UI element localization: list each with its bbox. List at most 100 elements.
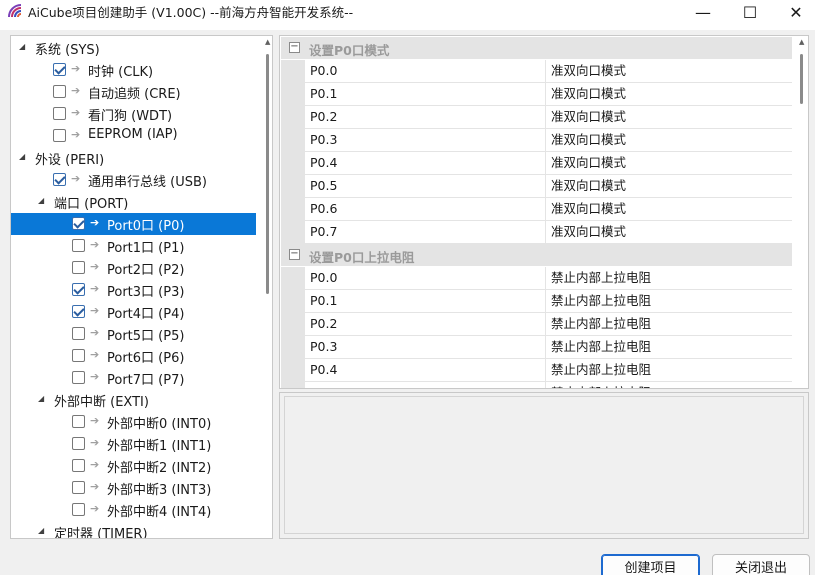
expand-toggle-icon[interactable]: ◢ (38, 394, 48, 404)
tree-item[interactable]: ➔ 外部中断1 (INT1) (11, 433, 256, 455)
tree-item[interactable]: ➔ Port0口 (P0) (11, 213, 256, 235)
grid-property-row[interactable]: P0.0 准双向口模式 (281, 60, 792, 83)
property-value[interactable]: 准双向口模式 (546, 106, 792, 129)
tree-item-checkbox[interactable] (72, 283, 85, 296)
tree-item[interactable]: ◢ 外部中断 (EXTI) (11, 389, 256, 411)
property-value[interactable]: 准双向口模式 (546, 198, 792, 221)
tree-item-checkbox[interactable] (72, 239, 85, 252)
property-grid[interactable]: − 设置P0口模式 P0.0 准双向口模式 P0.1 准双向口模式 P0.2 准双向口模式 P0… (279, 35, 809, 389)
scroll-up-icon[interactable]: ▲ (265, 38, 270, 46)
maximize-icon: ☐ (742, 2, 758, 22)
create-project-button[interactable]: 创建项目 (601, 554, 700, 575)
tree-item[interactable]: ➔ EEPROM (IAP) (11, 125, 256, 147)
tree-item-checkbox[interactable] (53, 85, 66, 98)
grid-property-row[interactable]: P0.2 准双向口模式 (281, 106, 792, 129)
property-value[interactable]: 准双向口模式 (546, 83, 792, 106)
grid-property-row[interactable]: P0.4 准双向口模式 (281, 152, 792, 175)
tree-item-checkbox[interactable] (72, 481, 85, 494)
title-bar[interactable]: AiCube项目创建助手 (V1.00C) --前海方舟智能开发系统-- — ☐… (0, 0, 815, 30)
tree-item[interactable]: ➔ Port1口 (P1) (11, 235, 256, 257)
tree-item[interactable]: ◢ 端口 (PORT) (11, 191, 256, 213)
expand-toggle-icon[interactable]: ◢ (19, 42, 29, 52)
peripheral-tree[interactable]: ◢ 系统 (SYS) ➔ 时钟 (CLK) ➔ 自动追频 (CRE) ➔ 看门狗 (WDT) ➔… (10, 35, 273, 539)
tree-item-checkbox[interactable] (72, 415, 85, 428)
tree-item-checkbox[interactable] (72, 349, 85, 362)
property-value[interactable]: 禁止内部上拉电阻 (546, 382, 792, 388)
grid-row-gutter (281, 382, 305, 388)
property-value[interactable]: 禁止内部上拉电阻 (546, 336, 792, 359)
tree-item-checkbox[interactable] (53, 129, 66, 142)
tree-item[interactable]: ➔ Port7口 (P7) (11, 367, 256, 389)
tree-item[interactable]: ➔ 时钟 (CLK) (11, 59, 256, 81)
tree-item[interactable]: ◢ 外设 (PERI) (11, 147, 256, 169)
grid-category-header[interactable]: − 设置P0口上拉电阻 (281, 244, 792, 266)
minimize-button[interactable]: — (680, 0, 726, 24)
tree-item-checkbox[interactable] (53, 107, 66, 120)
tree-item[interactable]: ➔ 外部中断0 (INT0) (11, 411, 256, 433)
tree-item-checkbox[interactable] (72, 459, 85, 472)
grid-scrollbar[interactable]: ▲ (794, 36, 808, 388)
property-value[interactable]: 禁止内部上拉电阻 (546, 290, 792, 313)
grid-property-row[interactable]: P0.7 准双向口模式 (281, 221, 792, 244)
maximize-button[interactable]: ☐ (727, 0, 773, 24)
close-window-button[interactable]: ✕ (773, 0, 815, 24)
grid-category-header[interactable]: − 设置P0口模式 (281, 37, 792, 59)
tree-item[interactable]: ➔ 外部中断4 (INT4) (11, 499, 256, 521)
scroll-up-icon[interactable]: ▲ (799, 38, 804, 46)
property-value[interactable]: 准双向口模式 (546, 221, 792, 244)
grid-property-row[interactable]: P0.5禁止内部上拉电阻 (281, 382, 792, 388)
property-value[interactable]: 禁止内部上拉电阻 (546, 267, 792, 290)
tree-item-checkbox[interactable] (72, 261, 85, 274)
tree-item[interactable]: ➔ 外部中断3 (INT3) (11, 477, 256, 499)
grid-property-row[interactable]: P0.1 禁止内部上拉电阻 (281, 290, 792, 313)
close-exit-button[interactable]: 关闭退出 (712, 554, 810, 575)
tree-item-checkbox[interactable] (53, 63, 66, 76)
tree-item-checkbox[interactable] (72, 437, 85, 450)
tree-scrollbar[interactable]: ▲ (263, 36, 272, 538)
tree-item[interactable]: ➔ 自动追频 (CRE) (11, 81, 256, 103)
tree-scroll-thumb[interactable] (266, 54, 269, 294)
arrow-right-icon: ➔ (90, 326, 100, 339)
tree-item-label: 通用串行总线 (USB) (88, 175, 207, 190)
tree-item[interactable]: ➔ 看门狗 (WDT) (11, 103, 256, 125)
grid-row-gutter (281, 60, 305, 83)
grid-property-row[interactable]: P0.6 准双向口模式 (281, 198, 792, 221)
tree-item[interactable]: ➔ 外部中断2 (INT2) (11, 455, 256, 477)
grid-property-row[interactable]: P0.1 准双向口模式 (281, 83, 792, 106)
tree-item-checkbox[interactable] (72, 305, 85, 318)
property-value[interactable]: 禁止内部上拉电阻 (546, 359, 792, 382)
tree-item[interactable]: ➔ Port5口 (P5) (11, 323, 256, 345)
tree-item[interactable]: ➔ 通用串行总线 (USB) (11, 169, 256, 191)
tree-item-checkbox[interactable] (72, 217, 85, 230)
tree-item[interactable]: ◢ 系统 (SYS) (11, 37, 256, 59)
grid-scroll-thumb[interactable] (800, 54, 803, 104)
grid-property-row[interactable]: P0.3 禁止内部上拉电阻 (281, 336, 792, 359)
grid-property-row[interactable]: P0.4 禁止内部上拉电阻 (281, 359, 792, 382)
tree-item-checkbox[interactable] (72, 371, 85, 384)
expand-toggle-icon[interactable]: ◢ (38, 526, 48, 536)
tree-item-checkbox[interactable] (53, 173, 66, 186)
expand-toggle-icon[interactable]: ◢ (38, 196, 48, 206)
grid-property-row[interactable]: P0.5 准双向口模式 (281, 175, 792, 198)
expand-toggle-icon[interactable]: ◢ (19, 152, 29, 162)
tree-item-checkbox[interactable] (72, 503, 85, 516)
tree-item[interactable]: ◢ 定时器 (TIMER) (11, 521, 256, 538)
tree-item[interactable]: ➔ Port6口 (P6) (11, 345, 256, 367)
collapse-icon[interactable]: − (289, 42, 300, 53)
tree-item[interactable]: ➔ Port4口 (P4) (11, 301, 256, 323)
grid-property-row[interactable]: P0.0 禁止内部上拉电阻 (281, 267, 792, 290)
grid-property-row[interactable]: P0.2 禁止内部上拉电阻 (281, 313, 792, 336)
property-value[interactable]: 禁止内部上拉电阻 (546, 313, 792, 336)
property-value[interactable]: 准双向口模式 (546, 60, 792, 83)
tree-item-checkbox[interactable] (72, 327, 85, 340)
tree-item-label: 外部中断0 (INT0) (107, 417, 212, 432)
grid-property-row[interactable]: P0.3 准双向口模式 (281, 129, 792, 152)
property-value[interactable]: 准双向口模式 (546, 175, 792, 198)
tree-item[interactable]: ➔ Port2口 (P2) (11, 257, 256, 279)
property-value[interactable]: 准双向口模式 (546, 152, 792, 175)
property-name: P0.2 (305, 106, 546, 129)
tree-item-label: Port2口 (P2) (107, 263, 185, 278)
tree-item[interactable]: ➔ Port3口 (P3) (11, 279, 256, 301)
property-value[interactable]: 准双向口模式 (546, 129, 792, 152)
collapse-icon[interactable]: − (289, 249, 300, 260)
